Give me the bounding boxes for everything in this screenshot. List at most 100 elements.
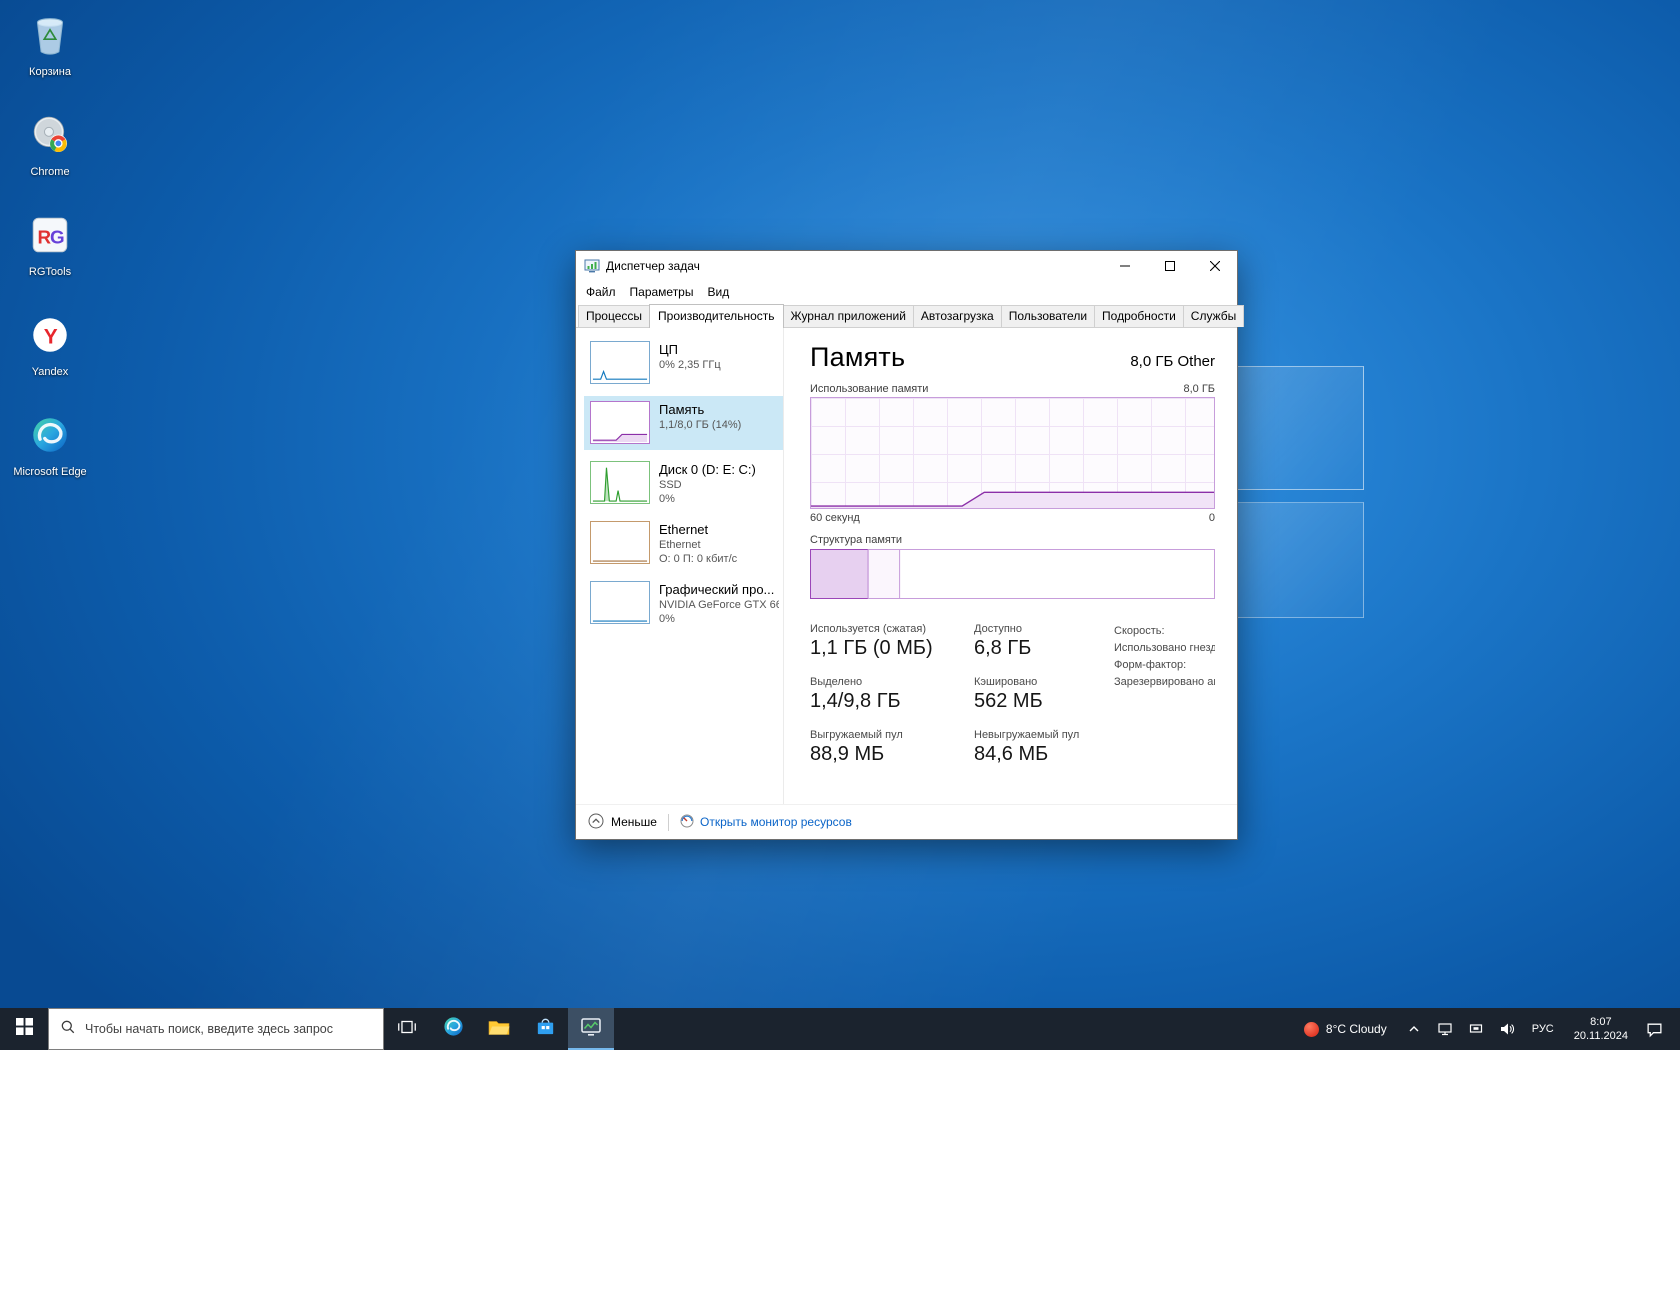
menu-options[interactable]: Параметры <box>623 283 701 301</box>
sidebar-item-cpu[interactable]: ЦП 0% 2,35 ГГц <box>584 336 783 390</box>
stat-committed-value: 1,4/9,8 ГБ <box>810 690 960 713</box>
sidebar-item-sub2: О: 0 П: 0 кбит/с <box>659 553 737 565</box>
desktop-icon-chrome[interactable]: Chrome <box>8 106 92 206</box>
start-button[interactable] <box>0 1008 48 1050</box>
taskbar-task-manager-button[interactable] <box>568 1008 614 1050</box>
network-tray-icon[interactable] <box>1463 1008 1489 1050</box>
composition-label: Структура памяти <box>810 534 902 546</box>
usage-chart-label: Использование памяти <box>810 383 928 395</box>
tab-processes[interactable]: Процессы <box>578 305 650 327</box>
memory-stats: Используется (сжатая) 1,1 ГБ (0 МБ) Дост… <box>810 623 1092 782</box>
sidebar-item-sub2: 0% <box>659 493 756 505</box>
disk-mini-graph <box>590 461 650 504</box>
desktop-icons: Корзина Chrome R <box>8 6 92 506</box>
tab-app-history[interactable]: Журнал приложений <box>783 305 914 327</box>
resource-monitor-icon <box>680 814 694 831</box>
desktop-icon-label: Microsoft Edge <box>13 466 86 479</box>
taskbar-search-box[interactable] <box>48 1008 384 1050</box>
sidebar-item-title: Диск 0 (D: E: C:) <box>659 462 756 477</box>
taskbar-file-explorer-button[interactable] <box>476 1008 522 1050</box>
tab-performance[interactable]: Производительность <box>649 304 783 328</box>
sidebar-item-title: Ethernet <box>659 522 737 537</box>
hidden-icons-chevron[interactable] <box>1401 1008 1427 1050</box>
usage-chart-timespan: 60 секунд <box>810 512 860 524</box>
sidebar-item-sub: NVIDIA GeForce GTX 660... <box>659 599 779 611</box>
task-manager-icon <box>584 258 600 274</box>
footer-divider <box>668 814 669 831</box>
sidebar-item-title: ЦП <box>659 342 721 357</box>
detail-slots-label: Использовано гнезд: <box>1114 640 1215 657</box>
fewer-details-button[interactable]: Меньше <box>588 813 657 832</box>
svg-text:Y: Y <box>44 325 58 348</box>
weather-text: 8°C Cloudy <box>1326 1022 1387 1036</box>
window-controls <box>1102 251 1237 281</box>
weather-icon <box>1304 1022 1319 1037</box>
cpu-mini-graph <box>590 341 650 384</box>
taskbar-store-button[interactable] <box>522 1008 568 1050</box>
desktop-icon-recycle-bin[interactable]: Корзина <box>8 6 92 106</box>
desktop: Корзина Chrome R <box>0 0 1680 1050</box>
stat-in-use-label: Используется (сжатая) <box>810 623 960 635</box>
desktop-icon-rgtools[interactable]: R G RGTools <box>8 206 92 306</box>
sidebar-item-title: Графический про... <box>659 582 779 597</box>
clock-date: 20.11.2024 <box>1574 1029 1628 1043</box>
sidebar-item-sub: 1,1/8,0 ГБ (14%) <box>659 419 741 431</box>
menu-view[interactable]: Вид <box>700 283 736 301</box>
sidebar-item-gpu[interactable]: Графический про... NVIDIA GeForce GTX 66… <box>584 576 783 630</box>
volume-tray-icon[interactable] <box>1494 1008 1520 1050</box>
clock-time: 8:07 <box>1590 1015 1611 1029</box>
sidebar-item-sub: Ethernet <box>659 539 737 551</box>
performance-content: ЦП 0% 2,35 ГГц Память 1,1/8,0 ГБ (14%) <box>576 328 1237 804</box>
display-tray-icon[interactable] <box>1432 1008 1458 1050</box>
usage-chart-max: 8,0 ГБ <box>1183 383 1215 395</box>
tab-services[interactable]: Службы <box>1183 305 1244 327</box>
tab-details[interactable]: Подробности <box>1094 305 1184 327</box>
desktop-icon-edge[interactable]: Microsoft Edge <box>8 406 92 506</box>
desktop-icon-yandex[interactable]: Y Yandex <box>8 306 92 406</box>
title-bar[interactable]: Диспетчер задач <box>576 251 1237 281</box>
tab-users[interactable]: Пользователи <box>1001 305 1095 327</box>
sidebar-item-ethernet[interactable]: Ethernet Ethernet О: 0 П: 0 кбит/с <box>584 516 783 570</box>
sidebar-item-disk0[interactable]: Диск 0 (D: E: C:) SSD 0% <box>584 456 783 510</box>
search-input[interactable] <box>85 1009 372 1049</box>
menu-file[interactable]: Файл <box>579 283 623 301</box>
sidebar-item-sub: 0% 2,35 ГГц <box>659 359 721 371</box>
system-tray: 8°C Cloudy <box>1295 1008 1680 1050</box>
fewer-details-label: Меньше <box>611 815 657 829</box>
minimize-button[interactable] <box>1102 251 1147 281</box>
memory-pane-title: Память <box>810 342 905 373</box>
task-manager-icon <box>579 1015 603 1044</box>
memory-composition-bar <box>810 549 1215 599</box>
edge-icon <box>441 1014 466 1044</box>
maximize-button[interactable] <box>1147 251 1192 281</box>
tab-strip: Процессы Производительность Журнал прило… <box>576 302 1237 328</box>
memory-usage-chart <box>810 397 1215 509</box>
performance-sidebar: ЦП 0% 2,35 ГГц Память 1,1/8,0 ГБ (14%) <box>576 328 784 804</box>
desktop-icon-label: Chrome <box>30 166 69 179</box>
task-view-button[interactable] <box>384 1008 430 1050</box>
recycle-bin-icon <box>27 12 73 63</box>
memory-mini-graph <box>590 401 650 444</box>
resource-monitor-label: Открыть монитор ресурсов <box>700 815 852 829</box>
language-indicator[interactable]: РУС <box>1525 1008 1561 1050</box>
sidebar-item-memory[interactable]: Память 1,1/8,0 ГБ (14%) <box>584 396 783 450</box>
taskbar-weather-widget[interactable]: 8°C Cloudy <box>1295 1008 1396 1050</box>
sidebar-item-title: Память <box>659 402 741 417</box>
detail-reserved-label: Зарезервировано аппара... <box>1114 674 1215 691</box>
stat-in-use-value: 1,1 ГБ (0 МБ) <box>810 637 960 660</box>
file-explorer-icon <box>487 1015 511 1044</box>
stat-available-value: 6,8 ГБ <box>974 637 1092 660</box>
taskbar-edge-button[interactable] <box>430 1008 476 1050</box>
action-center-icon[interactable] <box>1641 1008 1667 1050</box>
task-manager-footer: Меньше Открыть монитор ресурсов <box>576 804 1237 839</box>
stat-committed-label: Выделено <box>810 676 960 688</box>
open-resource-monitor-link[interactable]: Открыть монитор ресурсов <box>680 814 852 831</box>
tab-startup[interactable]: Автозагрузка <box>913 305 1002 327</box>
desktop-icon-label: RGTools <box>29 266 71 279</box>
taskbar-clock[interactable]: 8:07 20.11.2024 <box>1566 1008 1636 1050</box>
microsoft-store-icon <box>534 1015 557 1043</box>
detail-form-factor-label: Форм-фактор: <box>1114 657 1215 674</box>
close-button[interactable] <box>1192 251 1237 281</box>
rgtools-icon: R G <box>27 212 73 263</box>
memory-pane: Память 8,0 ГБ Other Использование памяти… <box>784 328 1237 804</box>
